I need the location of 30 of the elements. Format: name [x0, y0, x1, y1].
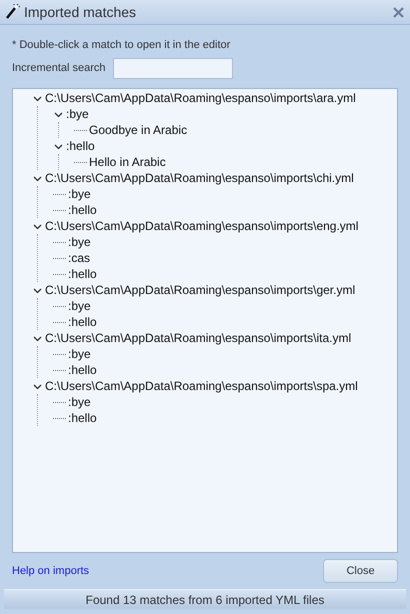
hint-text: * Double-click a match to open it in the editor: [12, 38, 232, 53]
help-link[interactable]: Help on imports: [12, 562, 90, 580]
status-bar: Found 13 matches from 6 imported YML files: [4, 589, 406, 609]
tree-item[interactable]: C:\Users\Cam\AppData\Roaming\espanso\imports\ita.yml: [45, 330, 352, 346]
tree-item[interactable]: :hello: [66, 138, 95, 154]
tree-item[interactable]: C:\Users\Cam\AppData\Roaming\espanso\imports\eng.yml: [45, 218, 358, 234]
tree-item[interactable]: Hello in Arabic: [89, 154, 166, 170]
search-field[interactable]: [112, 58, 233, 79]
close-button[interactable]: Close: [323, 559, 398, 583]
tree-item[interactable]: :hello: [68, 202, 97, 218]
tree-item[interactable]: :hello: [68, 410, 97, 426]
wand-icon: [4, 4, 20, 20]
tree-item[interactable]: :bye: [68, 234, 91, 250]
tree-item[interactable]: :bye: [66, 106, 89, 122]
tree-item[interactable]: C:\Users\Cam\AppData\Roaming\espanso\imports\spa.yml: [45, 378, 358, 394]
tree-item[interactable]: :hello: [68, 266, 97, 282]
window-title: Imported matches: [24, 2, 136, 22]
tree-item[interactable]: :hello: [68, 362, 97, 378]
close-icon[interactable]: [390, 4, 406, 20]
tree-item[interactable]: :bye: [68, 186, 91, 202]
search-label: Incremental search: [12, 61, 106, 76]
tree-item[interactable]: :cas: [68, 250, 90, 266]
tree-item[interactable]: :bye: [68, 298, 91, 314]
tree-item[interactable]: C:\Users\Cam\AppData\Roaming\espanso\imports\chi.yml: [45, 170, 354, 186]
tree-item[interactable]: :bye: [68, 394, 91, 410]
tree-item[interactable]: Goodbye in Arabic: [89, 122, 188, 138]
tree-item[interactable]: C:\Users\Cam\AppData\Roaming\espanso\imports\ger.yml: [45, 282, 356, 298]
tree-item[interactable]: :hello: [68, 314, 97, 330]
tree-item[interactable]: :bye: [68, 346, 91, 362]
tree-item[interactable]: C:\Users\Cam\AppData\Roaming\espanso\imports\ara.yml: [45, 90, 356, 106]
